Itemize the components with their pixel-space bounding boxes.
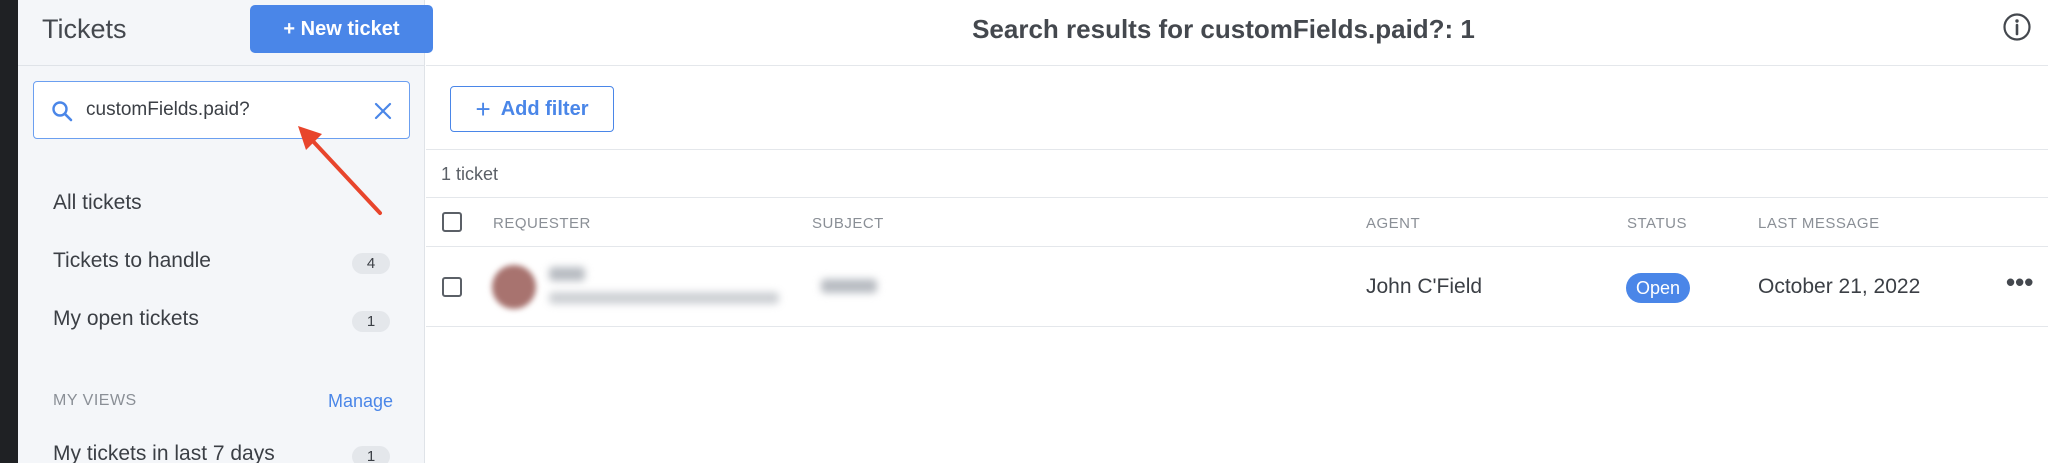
plus-icon: +: [475, 94, 491, 124]
sidebar-item-my-open-tickets[interactable]: My open tickets: [53, 307, 199, 331]
ticket-count: 1 ticket: [441, 164, 499, 184]
sidebar: Tickets + New ticket customFields.paid? …: [18, 0, 433, 463]
add-filter-label: Add filter: [500, 97, 589, 120]
sidebar-item-tickets-to-handle[interactable]: Tickets to handle: [53, 249, 211, 273]
table-row[interactable]: John C'Field Open October 21, 2022 •••: [426, 247, 2048, 327]
count-badge: 1: [352, 311, 390, 332]
column-status[interactable]: STATUS: [1627, 215, 1687, 232]
redacted-requester-email: [549, 292, 779, 304]
avatar: [492, 265, 536, 309]
last-message-date: October 21, 2022: [1758, 275, 1921, 298]
select-all-checkbox[interactable]: [442, 212, 462, 232]
new-ticket-button[interactable]: + New ticket: [250, 5, 433, 53]
table-header: REQUESTER SUBJECT AGENT STATUS LAST MESS…: [426, 197, 2048, 247]
left-edge-strip: [0, 0, 18, 463]
status-badge: Open: [1626, 273, 1690, 303]
count-badge: 4: [352, 253, 390, 274]
manage-views-link[interactable]: Manage: [328, 391, 393, 412]
agent-name: John C'Field: [1366, 275, 1483, 298]
sidebar-item-all-tickets[interactable]: All tickets: [53, 191, 142, 215]
count-badge: 1: [352, 446, 390, 463]
filter-bar: + Add filter: [426, 66, 2048, 150]
redacted-requester-name: [549, 267, 585, 281]
sidebar-item-my-tickets-last-7-days[interactable]: My tickets in last 7 days: [53, 442, 275, 463]
annotation-arrow-icon: [298, 126, 382, 215]
add-filter-button[interactable]: + Add filter: [450, 86, 614, 132]
search-query-text: customFields.paid?: [86, 99, 250, 120]
column-requester[interactable]: REQUESTER: [493, 215, 591, 232]
search-icon: [52, 101, 73, 122]
redacted-subject: [821, 279, 877, 293]
main-panel: Search results for customFields.paid?: 1…: [426, 0, 2048, 463]
info-icon[interactable]: [2002, 12, 2032, 42]
page-title: Search results for customFields.paid?: 1: [972, 14, 1475, 44]
column-agent[interactable]: AGENT: [1366, 215, 1420, 232]
row-checkbox[interactable]: [442, 277, 462, 297]
column-last-message[interactable]: LAST MESSAGE: [1758, 215, 1880, 232]
my-views-heading: MY VIEWS: [53, 392, 137, 409]
column-subject[interactable]: SUBJECT: [812, 215, 884, 232]
more-options-icon[interactable]: •••: [2006, 269, 2036, 298]
sidebar-title: Tickets: [42, 14, 127, 44]
main-header: Search results for customFields.paid?: 1: [426, 0, 2048, 66]
app-window: Tickets + New ticket customFields.paid? …: [0, 0, 2048, 463]
